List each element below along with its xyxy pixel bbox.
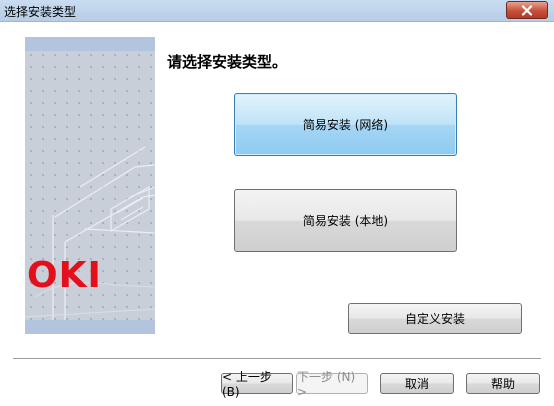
window-title: 选择安装类型 bbox=[4, 5, 77, 19]
window-close-button[interactable] bbox=[506, 1, 548, 19]
back-button[interactable]: < 上一步 (B) bbox=[221, 370, 293, 399]
custom-install-button[interactable]: 自定义安装 bbox=[348, 303, 522, 334]
next-button[interactable]: 下一步 (N) > bbox=[296, 370, 368, 399]
help-label: 帮助 bbox=[490, 377, 515, 391]
cancel-button[interactable]: 取消 bbox=[380, 373, 454, 394]
banner-bottom-band bbox=[25, 320, 155, 334]
title-bar: 选择安装类型 bbox=[0, 0, 554, 22]
close-icon bbox=[521, 4, 533, 16]
custom-install-label: 自定义安装 bbox=[404, 312, 465, 326]
footer-separator bbox=[13, 358, 541, 360]
easy-install-local-button[interactable]: 简易安装 (本地) bbox=[234, 189, 457, 252]
back-label: < 上一步 (B) bbox=[222, 370, 272, 399]
help-button[interactable]: 帮助 bbox=[466, 373, 540, 394]
oki-logo: OKI bbox=[27, 255, 102, 296]
page-heading: 请选择安装类型。 bbox=[167, 53, 288, 71]
dialog-client-area: OKI 请选择安装类型。 简易安装 (网络) 简易安装 (本地) 自定义安装 <… bbox=[0, 22, 554, 406]
cancel-label: 取消 bbox=[404, 377, 429, 391]
easy-install-network-label: 简易安装 (网络) bbox=[302, 118, 389, 132]
side-banner: OKI bbox=[25, 37, 155, 334]
easy-install-network-button[interactable]: 简易安装 (网络) bbox=[234, 93, 457, 156]
easy-install-local-label: 简易安装 (本地) bbox=[302, 214, 389, 228]
next-label: 下一步 (N) > bbox=[297, 370, 356, 399]
